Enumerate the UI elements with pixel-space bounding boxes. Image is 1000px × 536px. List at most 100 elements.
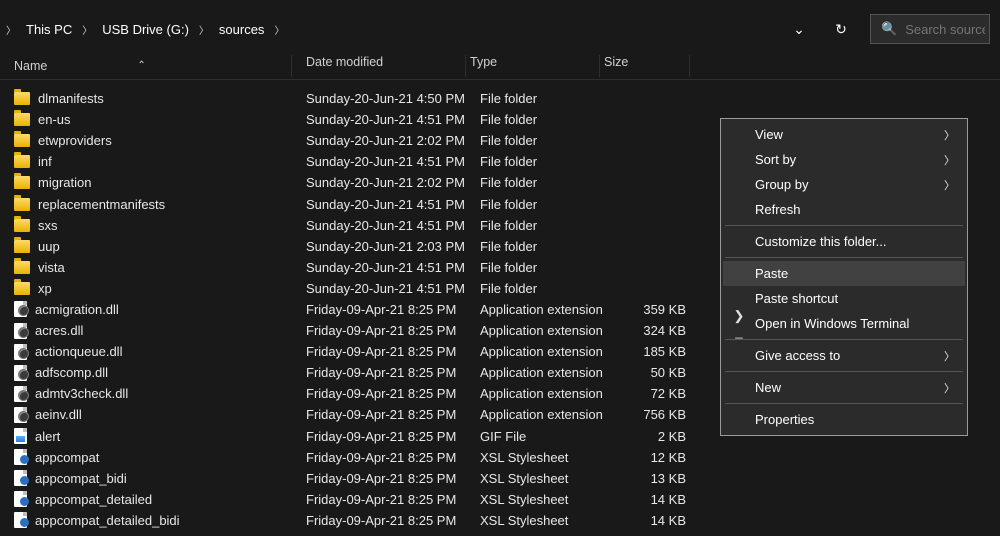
menu-item-paste-shortcut[interactable]: Paste shortcut (723, 286, 965, 311)
file-size: 324 KB (614, 323, 704, 338)
file-name: alert (35, 429, 60, 444)
file-size: 185 KB (614, 344, 704, 359)
chevron-down-icon[interactable]: ⌄ (786, 21, 812, 38)
file-type: Application extension (480, 344, 614, 359)
file-name: adfscomp.dll (35, 365, 108, 380)
file-type: File folder (480, 133, 614, 148)
menu-item-group-by[interactable]: Group by 〉 (723, 172, 965, 197)
file-size: 359 KB (614, 302, 704, 317)
folder-icon (14, 261, 30, 274)
menu-item-new[interactable]: New 〉 (723, 375, 965, 400)
menu-separator (725, 225, 963, 226)
list-item[interactable]: dlmanifestsSunday-20-Jun-21 4:50 PMFile … (14, 88, 1000, 109)
file-name: vista (38, 260, 65, 275)
file-date: Friday-09-Apr-21 8:25 PM (306, 344, 480, 359)
file-name: xp (38, 281, 52, 296)
column-header-date[interactable]: Date modified (292, 55, 466, 77)
menu-item-label: View (755, 127, 783, 142)
gif-icon (14, 428, 27, 444)
menu-item-paste[interactable]: Paste (723, 261, 965, 286)
breadcrumb-item[interactable]: sources (219, 22, 265, 37)
file-date: Friday-09-Apr-21 8:25 PM (306, 492, 480, 507)
search-field[interactable] (905, 22, 985, 37)
file-size: 12 KB (614, 450, 704, 465)
file-date: Sunday-20-Jun-21 4:51 PM (306, 112, 480, 127)
file-name: aeinv.dll (35, 407, 82, 422)
breadcrumb-item[interactable]: USB Drive (G:) (102, 22, 189, 37)
file-type: Application extension (480, 365, 614, 380)
column-header-label: Name (14, 59, 47, 73)
file-size: 72 KB (614, 386, 704, 401)
xsl-icon (14, 491, 27, 507)
file-type: XSL Stylesheet (480, 450, 614, 465)
menu-item-label: Customize this folder... (755, 234, 887, 249)
file-type: File folder (480, 281, 614, 296)
menu-item-give-access-to[interactable]: Give access to 〉 (723, 343, 965, 368)
file-date: Sunday-20-Jun-21 4:51 PM (306, 197, 480, 212)
menu-item-properties[interactable]: Properties (723, 407, 965, 432)
menu-item-label: Paste (755, 266, 788, 281)
dll-icon (14, 323, 27, 339)
file-size: 14 KB (614, 513, 704, 528)
menu-item-view[interactable]: View 〉 (723, 122, 965, 147)
column-header-row: Name ⌃ Date modified Type Size (0, 52, 1000, 80)
list-item[interactable]: appcompat_bidiFriday-09-Apr-21 8:25 PMXS… (14, 468, 1000, 489)
menu-item-customize-folder[interactable]: Customize this folder... (723, 229, 965, 254)
file-name: appcompat_bidi (35, 471, 127, 486)
file-size: 14 KB (614, 492, 704, 507)
file-type: Application extension (480, 386, 614, 401)
file-date: Sunday-20-Jun-21 4:50 PM (306, 91, 480, 106)
file-type: File folder (480, 218, 614, 233)
list-item[interactable]: appcompat_detailed_bidi Friday-09-Apr-21 … (14, 510, 1000, 531)
menu-separator (725, 257, 963, 258)
folder-icon (14, 282, 30, 295)
file-date: Friday-09-Apr-21 8:25 PM (306, 302, 480, 317)
file-type: File folder (480, 175, 614, 190)
menu-item-open-windows-terminal[interactable]: ❯_ Open in Windows Terminal (723, 311, 965, 336)
file-name: replacementmanifests (38, 197, 165, 212)
file-date: Sunday-20-Jun-21 4:51 PM (306, 281, 480, 296)
file-name: sxs (38, 218, 58, 233)
dll-icon (14, 344, 27, 360)
dll-icon (14, 365, 27, 381)
file-name: appcompat_detailed_bidi (35, 513, 180, 528)
file-date: Friday-09-Apr-21 8:25 PM (306, 450, 480, 465)
file-size: 2 KB (614, 429, 704, 444)
file-type: File folder (480, 260, 614, 275)
file-type: Application extension (480, 323, 614, 338)
xsl-icon (14, 449, 27, 465)
search-input[interactable]: 🔍 (870, 14, 990, 44)
terminal-icon: ❯_ (732, 308, 746, 339)
file-type: XSL Stylesheet (480, 492, 614, 507)
file-date: Sunday-20-Jun-21 4:51 PM (306, 260, 480, 275)
menu-item-label: Give access to (755, 348, 840, 363)
list-item[interactable]: appcompatFriday-09-Apr-21 8:25 PMXSL Sty… (14, 447, 1000, 468)
chevron-right-icon: 〉 (944, 380, 955, 396)
menu-separator (725, 403, 963, 404)
file-type: File folder (480, 91, 614, 106)
menu-item-sort-by[interactable]: Sort by 〉 (723, 147, 965, 172)
file-date: Friday-09-Apr-21 8:25 PM (306, 323, 480, 338)
address-toolbar: 〉 This PC 〉 USB Drive (G:) 〉 sources 〉 ⌄… (0, 14, 1000, 44)
breadcrumb-item[interactable]: This PC (26, 22, 72, 37)
menu-item-label: Open in Windows Terminal (755, 316, 909, 331)
list-item[interactable]: appcompat_detailedFriday-09-Apr-21 8:25 … (14, 489, 1000, 510)
column-header-size[interactable]: Size (600, 55, 690, 77)
dll-icon (14, 301, 27, 317)
file-type: Application extension (480, 407, 614, 422)
file-date: Friday-09-Apr-21 8:25 PM (306, 513, 480, 528)
dll-icon (14, 386, 27, 402)
column-header-type[interactable]: Type (466, 55, 600, 77)
menu-item-refresh[interactable]: Refresh (723, 197, 965, 222)
file-name: uup (38, 239, 60, 254)
file-type: Application extension (480, 302, 614, 317)
column-header-name[interactable]: Name ⌃ (0, 55, 292, 77)
chevron-right-icon: 〉 (274, 22, 284, 37)
dll-icon (14, 407, 27, 423)
file-date: Friday-09-Apr-21 8:25 PM (306, 407, 480, 422)
folder-icon (14, 219, 30, 232)
file-type: GIF File (480, 429, 614, 444)
file-size: 756 KB (614, 407, 704, 422)
refresh-icon[interactable]: ↻ (828, 21, 854, 38)
breadcrumb[interactable]: 〉 This PC 〉 USB Drive (G:) 〉 sources 〉 (0, 22, 786, 37)
